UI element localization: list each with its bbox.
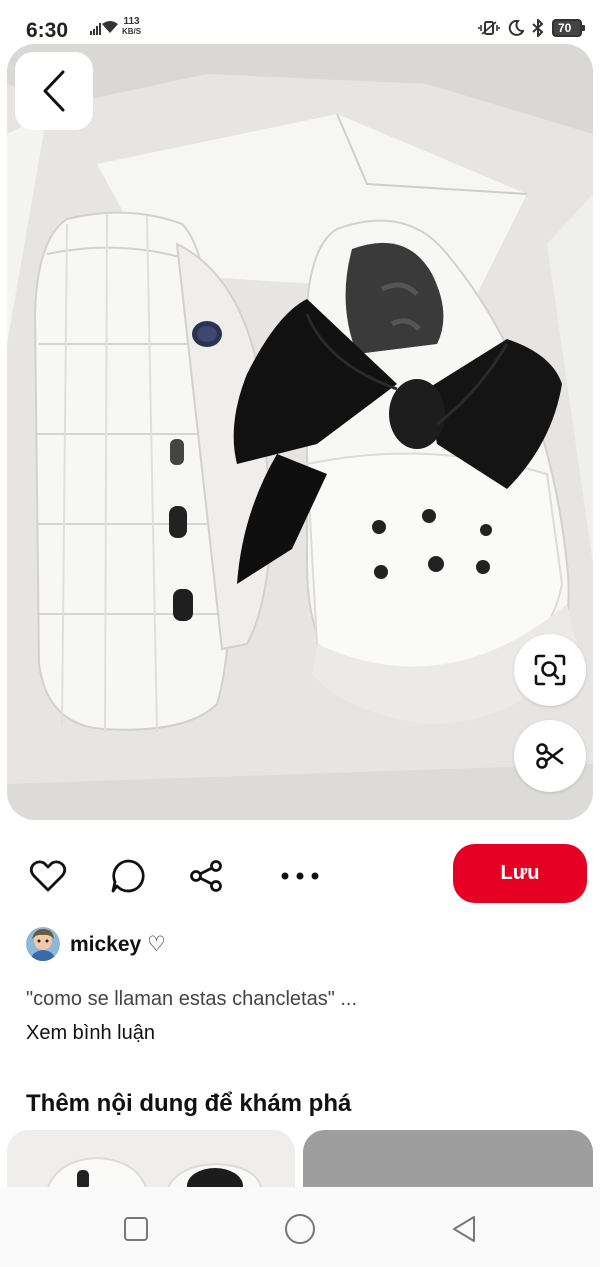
share-icon <box>190 860 222 892</box>
triangle-back-icon <box>453 1216 475 1242</box>
clogs-illustration <box>7 44 593 820</box>
vibrate-icon <box>478 21 500 35</box>
network-speed: 113 KB/S <box>122 16 142 37</box>
chevron-left-icon <box>43 70 65 112</box>
crop-button[interactable] <box>514 720 586 792</box>
battery-indicator: 70 <box>552 19 585 37</box>
moon-icon <box>508 20 524 36</box>
avatar[interactable] <box>26 927 60 961</box>
creator-row[interactable]: mickey ♡ <box>26 926 166 962</box>
related-pin-image <box>7 1130 295 1190</box>
related-pin-thumbnail[interactable] <box>7 1130 295 1190</box>
comment-button[interactable] <box>108 856 148 896</box>
system-nav-bar <box>0 1187 600 1267</box>
save-button[interactable]: Lưu <box>453 844 587 903</box>
related-pin-thumbnail[interactable] <box>303 1130 593 1190</box>
pin-image[interactable] <box>7 44 593 820</box>
home-button[interactable] <box>280 1209 320 1249</box>
heart-icon <box>29 860 67 892</box>
wifi-icon <box>102 21 118 33</box>
scissors-icon <box>536 743 564 769</box>
status-bar: 6:30 113 KB/S 70 <box>0 0 600 44</box>
action-bar: Lưu <box>0 838 600 910</box>
square-icon <box>124 1217 148 1241</box>
comment-bubble-icon <box>111 859 145 893</box>
lens-search-icon <box>534 654 566 686</box>
system-back-button[interactable] <box>444 1209 484 1249</box>
share-button[interactable] <box>186 856 226 896</box>
more-to-explore-heading: Thêm nội dung để khám phá <box>26 1090 352 1117</box>
status-time: 6:30 <box>26 19 69 42</box>
visual-search-button[interactable] <box>514 634 586 706</box>
circle-icon <box>285 1214 315 1244</box>
more-options-button[interactable] <box>280 856 320 896</box>
view-comments-link[interactable]: Xem bình luận <box>26 1022 155 1045</box>
pin-description: "como se llaman estas chancletas" ... <box>26 988 358 1010</box>
recent-apps-button[interactable] <box>116 1209 156 1249</box>
like-button[interactable] <box>28 856 68 896</box>
more-dots-icon <box>281 872 319 880</box>
back-button[interactable] <box>15 52 93 130</box>
bluetooth-icon <box>532 19 544 37</box>
creator-name[interactable]: mickey ♡ <box>70 932 166 957</box>
